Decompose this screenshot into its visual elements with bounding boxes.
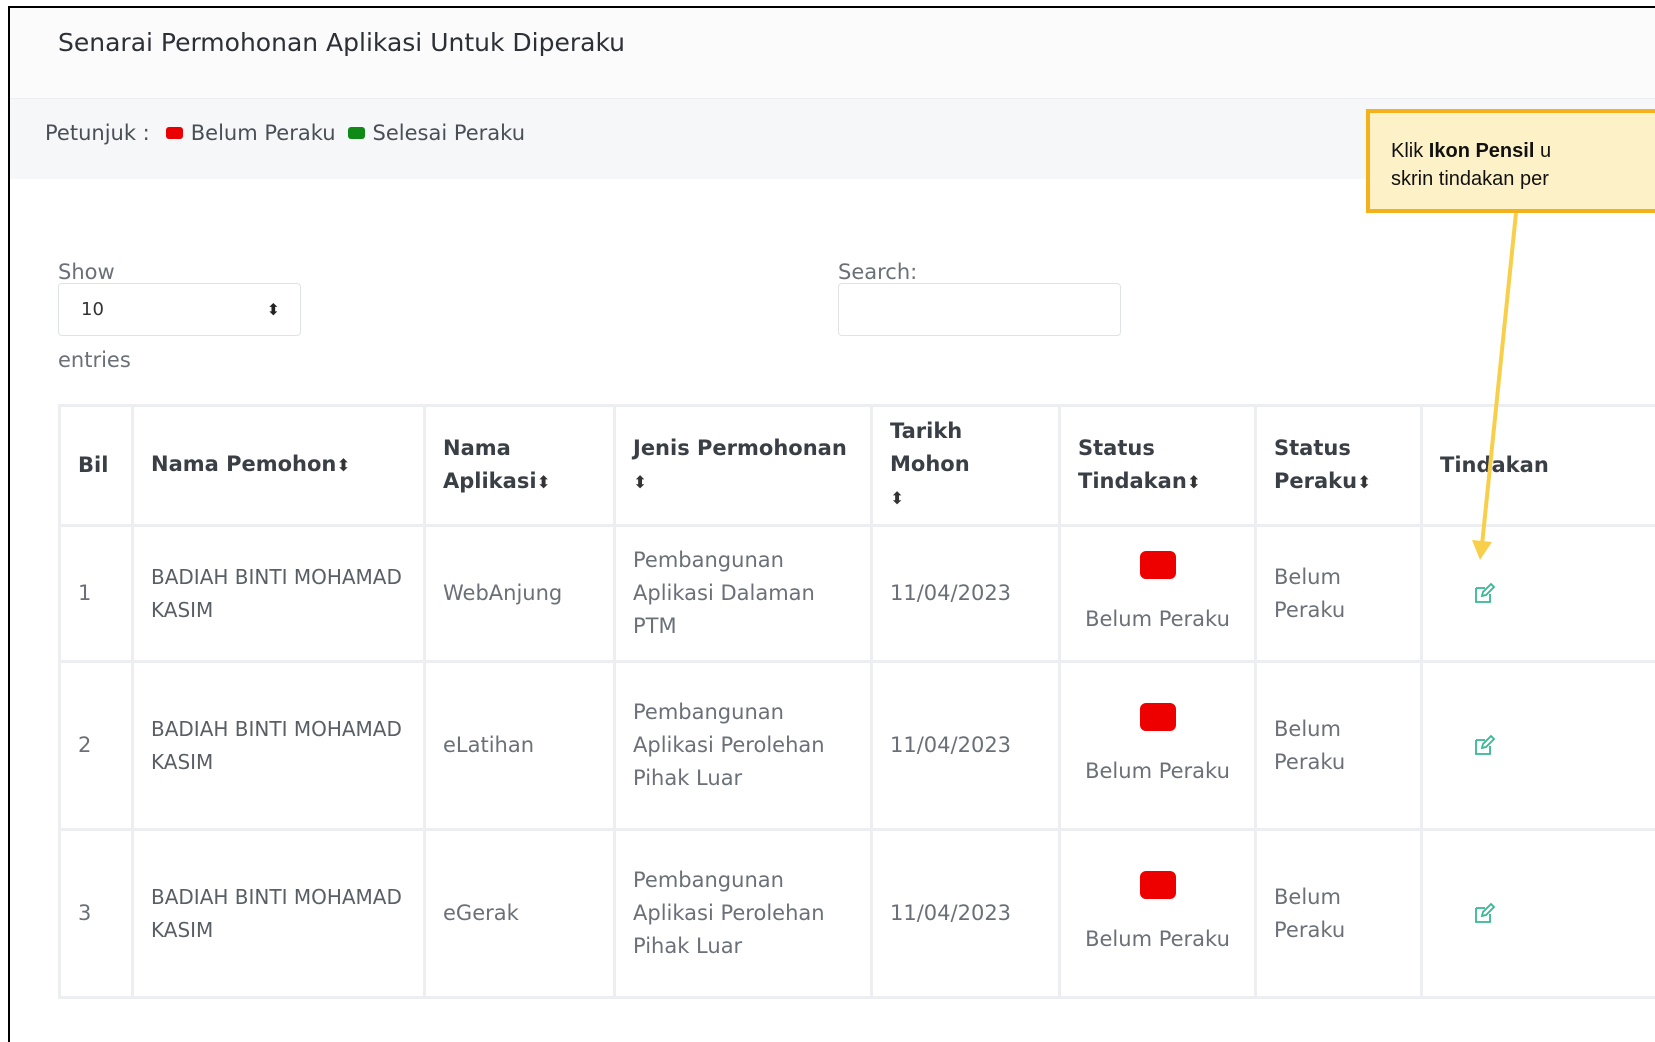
cell-tarikh-mohon: 11/04/2023 xyxy=(870,828,1061,999)
status-text: Belum Peraku xyxy=(1085,607,1230,631)
sort-icon: ⬍ xyxy=(1357,472,1372,493)
search-label: Search: xyxy=(838,260,918,284)
cell-jenis-permohonan: Pembangunan Aplikasi Perolehan Pihak Lua… xyxy=(613,660,873,831)
entries-length-value: 10 xyxy=(81,299,104,320)
cell-tindakan xyxy=(1420,524,1655,663)
entries-length-select[interactable]: 10 ⬍ xyxy=(58,283,301,336)
cell-status-tindakan: Belum Peraku xyxy=(1058,660,1257,831)
cell-status-peraku: Belum Peraku xyxy=(1254,524,1423,663)
select-arrows-icon: ⬍ xyxy=(266,300,280,319)
cell-nama-aplikasi: eLatihan xyxy=(423,660,616,831)
cell-status-tindakan: Belum Peraku xyxy=(1058,828,1257,999)
cell-status-peraku: Belum Peraku xyxy=(1254,660,1423,831)
table-row: 3 BADIAH BINTI MOHAMAD KASIM eGerak Pemb… xyxy=(58,828,1655,999)
show-label: Show xyxy=(58,260,115,284)
sort-icon: ⬍ xyxy=(536,472,551,493)
legend-item-selesai-peraku: Selesai Peraku xyxy=(372,121,526,145)
col-header-status-tindakan[interactable]: Status Tindakan⬍ xyxy=(1058,404,1257,527)
cell-nama-pemohon: BADIAH BINTI MOHAMAD KASIM xyxy=(131,660,426,831)
status-text: Belum Peraku xyxy=(1085,759,1230,783)
cell-tindakan xyxy=(1420,660,1655,831)
callout-rest: u xyxy=(1534,140,1552,162)
col-header-bil[interactable]: Bil xyxy=(58,404,134,527)
page-title: Senarai Permohonan Aplikasi Untuk Dipera… xyxy=(58,28,626,57)
cell-nama-aplikasi: WebAnjung xyxy=(423,524,616,663)
cell-nama-pemohon: BADIAH BINTI MOHAMAD KASIM xyxy=(131,828,426,999)
cell-bil: 1 xyxy=(58,524,134,663)
status-badge-red xyxy=(1139,551,1176,579)
card-header: Senarai Permohonan Aplikasi Untuk Dipera… xyxy=(10,8,1655,99)
table-header-row: Bil Nama Pemohon⬍ Nama Aplikasi⬍ Jenis P… xyxy=(58,404,1655,527)
col-header-jenis-permohonan[interactable]: Jenis Permohonan ⬍ xyxy=(613,404,873,527)
callout-prefix: Klik xyxy=(1391,140,1429,162)
cell-nama-pemohon: BADIAH BINTI MOHAMAD KASIM xyxy=(131,524,426,663)
cell-jenis-permohonan: Pembangunan Aplikasi Perolehan Pihak Lua… xyxy=(613,828,873,999)
col-header-tindakan: Tindakan xyxy=(1420,404,1655,527)
legend-item-belum-peraku: Belum Peraku xyxy=(190,121,336,145)
cell-nama-aplikasi: eGerak xyxy=(423,828,616,999)
sort-icon: ⬍ xyxy=(336,456,351,476)
table-row: 1 BADIAH BINTI MOHAMAD KASIM WebAnjung P… xyxy=(58,524,1655,663)
sort-icon: ⬍ xyxy=(1186,472,1202,493)
legend-swatch-green xyxy=(347,127,365,139)
applications-table: Bil Nama Pemohon⬍ Nama Aplikasi⬍ Jenis P… xyxy=(58,404,1655,999)
status-badge-red xyxy=(1139,871,1176,899)
edit-pencil-icon[interactable] xyxy=(1472,729,1496,762)
status-text: Belum Peraku xyxy=(1085,927,1230,951)
legend-label: Petunjuk : xyxy=(45,121,150,145)
cell-jenis-permohonan: Pembangunan Aplikasi Dalaman PTM xyxy=(613,524,873,663)
cell-status-tindakan: Belum Peraku xyxy=(1058,524,1257,663)
cell-status-peraku: Belum Peraku xyxy=(1254,828,1423,999)
legend-swatch-red xyxy=(165,127,183,139)
cell-tarikh-mohon: 11/04/2023 xyxy=(870,524,1061,663)
callout-line2: skrin tindakan per xyxy=(1391,168,1549,190)
edit-pencil-icon[interactable] xyxy=(1472,897,1496,930)
cell-bil: 3 xyxy=(58,828,134,999)
col-header-status-peraku[interactable]: Status Peraku⬍ xyxy=(1254,404,1423,527)
edit-pencil-icon[interactable] xyxy=(1472,577,1496,610)
cell-tarikh-mohon: 11/04/2023 xyxy=(870,660,1061,831)
entries-label: entries xyxy=(58,348,131,372)
legend: Petunjuk : Belum Peraku Selesai Peraku xyxy=(45,121,525,145)
status-badge-red xyxy=(1139,703,1176,731)
sort-icon: ⬍ xyxy=(633,472,648,493)
cell-tindakan xyxy=(1420,828,1655,999)
table-row: 2 BADIAH BINTI MOHAMAD KASIM eLatihan Pe… xyxy=(58,660,1655,831)
col-header-nama-pemohon[interactable]: Nama Pemohon⬍ xyxy=(131,404,426,527)
search-input[interactable] xyxy=(838,283,1121,336)
col-header-nama-aplikasi[interactable]: Nama Aplikasi⬍ xyxy=(423,404,616,527)
sort-icon: ⬍ xyxy=(890,489,905,509)
callout-bold: Ikon Pensil xyxy=(1428,140,1535,162)
col-header-tarikh-mohon[interactable]: Tarikh Mohon ⬍ xyxy=(870,404,1061,527)
cell-bil: 2 xyxy=(58,660,134,831)
instruction-callout: Klik Ikon Pensil u skrin tindakan per xyxy=(1366,109,1655,213)
